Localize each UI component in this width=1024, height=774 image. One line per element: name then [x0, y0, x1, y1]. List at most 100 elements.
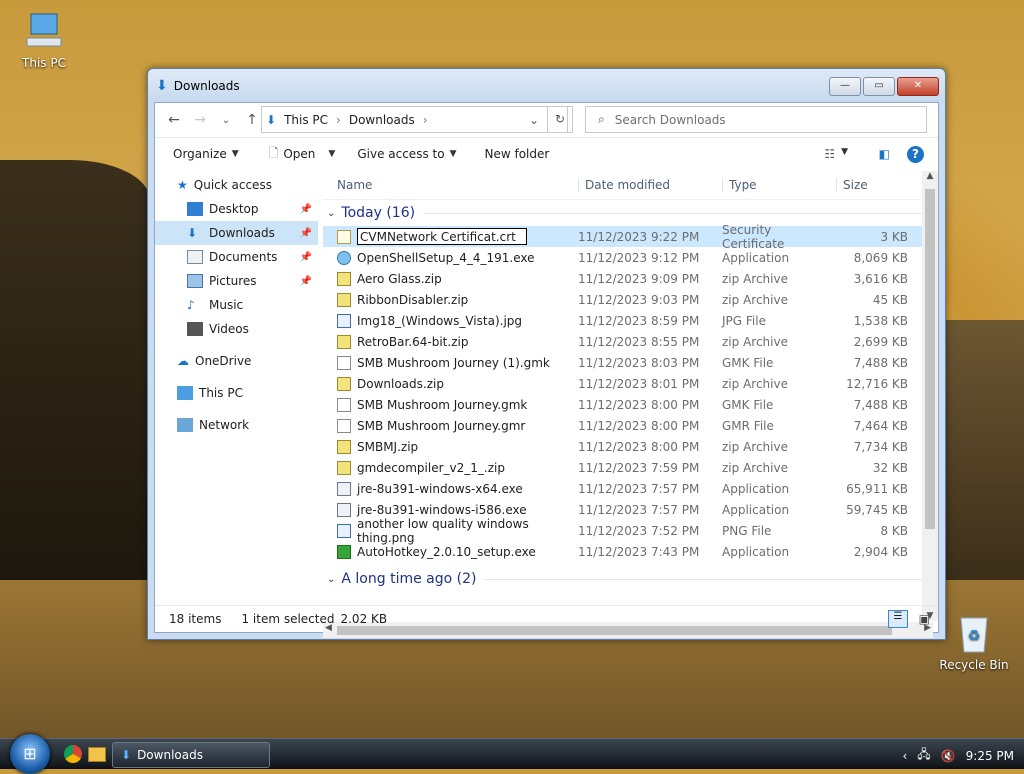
help-button[interactable]: ?	[907, 145, 924, 163]
rename-input[interactable]: CVMNetwork Certificat.crt	[357, 228, 527, 245]
zip-file-icon	[337, 439, 351, 454]
file-row[interactable]: CVMNetwork Certificat.crt 11/12/2023 9:22…	[323, 223, 933, 251]
file-name-cell: jre-8u391-windows-i586.exe	[323, 502, 578, 517]
file-row[interactable]: jre-8u391-windows-x64.exe 11/12/2023 7:57…	[323, 478, 933, 499]
file-row[interactable]: another low quality windows thing.png 11/…	[323, 517, 933, 545]
document-icon: 🗋	[268, 145, 279, 160]
file-name: SMBMJ.zip	[357, 439, 419, 454]
file-file-icon	[337, 418, 351, 433]
file-date: 11/12/2023 8:01 PM	[578, 376, 700, 391]
sidebar-item-documents[interactable]: Documents 📌	[155, 245, 318, 269]
file-name: RibbonDisabler.zip	[357, 292, 469, 307]
volume-muted-icon[interactable]: 🔇	[941, 749, 956, 763]
img-file-icon	[337, 313, 351, 328]
network-icon[interactable]: 🖧	[917, 745, 930, 766]
file-date: 11/12/2023 7:43 PM	[578, 544, 700, 559]
file-name-cell: CVMNetwork Certificat.crt	[323, 228, 578, 245]
vertical-scroll-thumb[interactable]	[925, 189, 935, 529]
app-file-icon	[337, 502, 351, 517]
desktop-icon-this-pc[interactable]: This PC	[6, 10, 82, 70]
file-row[interactable]: AutoHotkey_2.0.10_setup.exe 11/12/2023 7:…	[323, 541, 933, 562]
file-type: zip Archive	[722, 271, 788, 286]
group-header-long-ago[interactable]: ⌄ A long time ago (2)	[323, 566, 933, 592]
svg-text:♻: ♻	[968, 628, 981, 644]
details-view-toggle[interactable]: ☰	[888, 610, 908, 628]
desktop-label-recycle-bin: Recycle Bin	[939, 658, 1009, 672]
breadcrumb-this-pc[interactable]: This PC	[284, 113, 328, 127]
sidebar-item-network[interactable]: Network	[155, 413, 318, 437]
minimize-button[interactable]: —	[829, 77, 861, 96]
group-header-today[interactable]: ⌄ Today (16)	[323, 200, 933, 226]
file-row[interactable]: Downloads.zip 11/12/2023 8:01 PM zip Archi…	[323, 373, 933, 394]
search-input[interactable]: Search Downloads	[615, 113, 726, 127]
sidebar-item-desktop[interactable]: Desktop 📌	[155, 197, 318, 221]
file-name: Aero Glass.zip	[357, 271, 442, 286]
scroll-up-icon[interactable]: ▲	[922, 171, 938, 181]
column-name[interactable]: Name	[323, 178, 578, 192]
sidebar-item-onedrive[interactable]: ☁ OneDrive	[155, 349, 318, 373]
file-row[interactable]: OpenShellSetup_4_4_191.exe 11/12/2023 9:1…	[323, 247, 933, 268]
file-name: Img18_(Windows_Vista).jpg	[357, 313, 523, 328]
forward-button[interactable]: →	[187, 112, 213, 128]
cloud-icon: ☁	[177, 354, 189, 368]
file-file-icon	[337, 397, 351, 412]
file-name: jre-8u391-windows-i586.exe	[357, 502, 527, 517]
view-options-button[interactable]: ☷ ▼	[824, 147, 848, 161]
column-date-modified[interactable]: Date modified	[578, 178, 722, 192]
file-type: Application	[722, 481, 790, 496]
preview-pane-button[interactable]: ◧	[879, 147, 890, 161]
file-row[interactable]: SMBMJ.zip 11/12/2023 8:00 PM zip Archive 7,…	[323, 436, 933, 457]
new-folder-button[interactable]: New folder	[484, 147, 549, 161]
vertical-scrollbar[interactable]: ▲ ▼	[922, 171, 938, 621]
give-access-button[interactable]: Give access to ▼	[357, 147, 456, 161]
recent-locations-button[interactable]: ⌄	[213, 115, 239, 126]
file-row[interactable]: RibbonDisabler.zip 11/12/2023 9:03 PM zip …	[323, 289, 933, 310]
taskbar-item-downloads[interactable]: ⬇ Downloads	[112, 742, 270, 768]
address-bar[interactable]: ⬇ This PC › Downloads › ⌄	[261, 106, 568, 133]
file-row[interactable]: SMB Mushroom Journey.gmr 11/12/2023 8:00 …	[323, 415, 933, 436]
file-row[interactable]: SMB Mushroom Journey.gmk 11/12/2023 8:00 …	[323, 394, 933, 415]
zip-file-icon	[337, 376, 351, 391]
open-button[interactable]: 🗋 Open ▼	[269, 144, 336, 165]
sidebar-item-this-pc[interactable]: This PC	[155, 381, 318, 405]
file-name: RetroBar.64-bit.zip	[357, 334, 469, 349]
file-row[interactable]: Aero Glass.zip 11/12/2023 9:09 PM zip Arch…	[323, 268, 933, 289]
details-view-icon: ☰	[893, 611, 903, 622]
column-size[interactable]: Size	[836, 178, 908, 192]
file-type: JPG File	[722, 313, 766, 328]
address-dropdown-button[interactable]: ⌄	[529, 113, 539, 127]
breadcrumb-downloads[interactable]: Downloads	[349, 113, 415, 127]
title-bar[interactable]: ⬇ Downloads — ▭ ✕	[148, 69, 945, 103]
sidebar-item-music[interactable]: ♪ Music	[155, 293, 318, 317]
chrome-icon[interactable]	[64, 745, 82, 763]
desktop-icon-recycle-bin[interactable]: ♻ Recycle Bin	[936, 612, 1012, 672]
clock[interactable]: 9:25 PM	[966, 749, 1014, 763]
close-button[interactable]: ✕	[897, 77, 939, 96]
organize-button[interactable]: Organize ▼	[173, 147, 239, 161]
sidebar-item-videos[interactable]: Videos	[155, 317, 318, 341]
file-row[interactable]: RetroBar.64-bit.zip 11/12/2023 8:55 PM zip…	[323, 331, 933, 352]
file-size: 2,699 KB	[853, 334, 908, 349]
sidebar-item-downloads[interactable]: ⬇ Downloads 📌	[155, 221, 318, 245]
img-file-icon	[337, 523, 351, 538]
show-hidden-icons-button[interactable]: ‹	[902, 749, 907, 763]
sidebar-item-quick-access[interactable]: ★ Quick access	[155, 173, 318, 197]
start-button[interactable]: ⊞	[10, 734, 50, 774]
sidebar-item-pictures[interactable]: Pictures 📌	[155, 269, 318, 293]
search-box[interactable]: ⌕ Search Downloads	[585, 106, 927, 133]
taskbar: ⊞ ⬇ Downloads ‹ 🖧 🔇 9:25 PM	[0, 734, 1024, 774]
group-divider	[484, 578, 933, 580]
file-row[interactable]: Img18_(Windows_Vista).jpg 11/12/2023 8:59…	[323, 310, 933, 331]
file-row[interactable]: gmdecompiler_v2_1_.zip 11/12/2023 7:59 PM…	[323, 457, 933, 478]
file-date: 11/12/2023 7:52 PM	[578, 523, 700, 538]
file-explorer-icon[interactable]	[88, 747, 106, 762]
file-row[interactable]: SMB Mushroom Journey (1).gmk 11/12/2023 8…	[323, 352, 933, 373]
sidebar-item-label: Music	[209, 298, 244, 312]
file-type: Application	[722, 250, 790, 265]
maximize-button[interactable]: ▭	[863, 77, 895, 96]
back-button[interactable]: ←	[161, 112, 187, 128]
column-type[interactable]: Type	[722, 178, 836, 192]
sidebar-item-label: Network	[199, 418, 250, 432]
refresh-button[interactable]: ↻	[547, 106, 573, 133]
large-icons-view-toggle[interactable]: ▣	[919, 612, 930, 626]
